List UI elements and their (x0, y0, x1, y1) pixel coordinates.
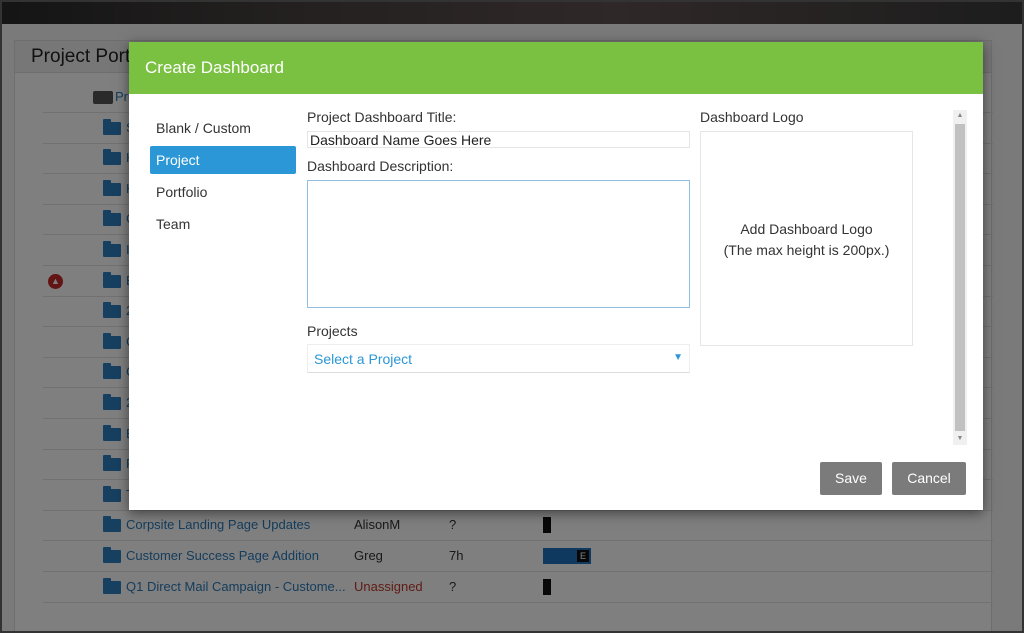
dashboard-description-input[interactable] (307, 180, 690, 308)
cancel-button[interactable]: Cancel (892, 462, 966, 495)
logo-label: Dashboard Logo (700, 109, 804, 125)
project-select[interactable]: Select a Project ▼ (307, 344, 690, 373)
nav-item-portfolio[interactable]: Portfolio (150, 178, 296, 206)
create-dashboard-modal: Create Dashboard Blank / Custom Project Po… (129, 42, 983, 510)
nav-item-project[interactable]: Project (150, 146, 296, 174)
app-frame: Project Port PriorS6HeHeGaInt▲EY20CCCu20… (0, 0, 1024, 633)
save-button[interactable]: Save (820, 462, 882, 495)
nav-item-team[interactable]: Team (150, 210, 296, 238)
modal-title: Create Dashboard (129, 42, 983, 94)
project-select-placeholder: Select a Project (314, 351, 413, 367)
logo-dropzone[interactable]: Add Dashboard Logo (The max height is 20… (700, 131, 913, 346)
nav-item-blank-custom[interactable]: Blank / Custom (150, 114, 296, 142)
scroll-down-arrow-icon[interactable]: ▼ (953, 433, 967, 445)
dashboard-title-input[interactable] (307, 131, 690, 148)
logo-dropzone-hint: (The max height is 200px.) (723, 242, 890, 258)
logo-dropzone-text: Add Dashboard Logo (740, 221, 873, 237)
scroll-up-arrow-icon[interactable]: ▲ (953, 110, 967, 122)
chevron-down-icon: ▼ (673, 352, 683, 363)
dashboard-type-nav: Blank / Custom Project Portfolio Team (150, 114, 296, 242)
modal-scrollbar[interactable]: ▲ ▼ (953, 110, 967, 445)
description-label: Dashboard Description: (307, 158, 454, 174)
scrollbar-thumb[interactable] (955, 124, 965, 431)
projects-label: Projects (307, 323, 358, 339)
title-label: Project Dashboard Title: (307, 109, 457, 125)
